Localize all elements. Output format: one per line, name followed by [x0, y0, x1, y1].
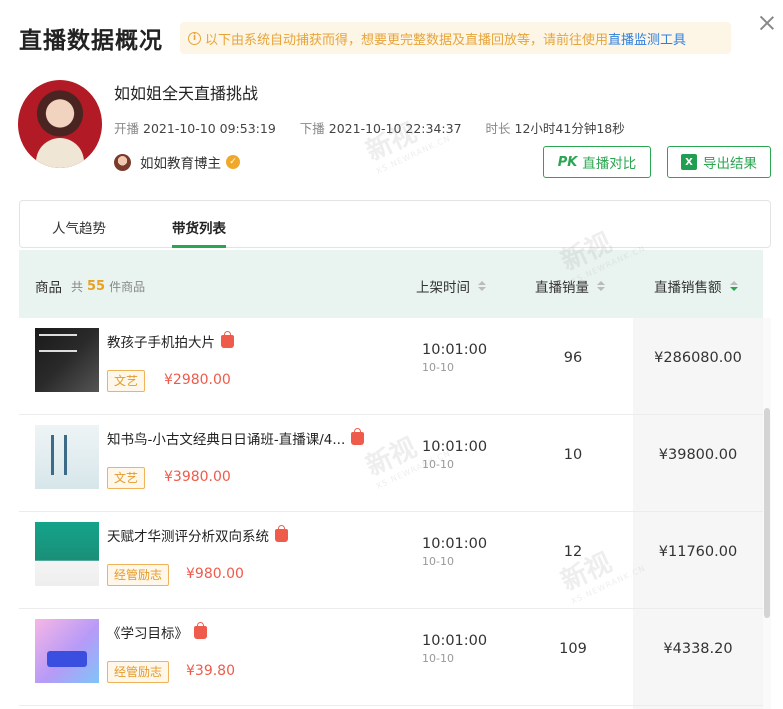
sort-icon[interactable] [478, 281, 486, 291]
column-live-sales-qty[interactable]: 直播销量 [535, 276, 605, 296]
host-name[interactable]: 如如教育博主 [140, 152, 221, 172]
listing-time-value: 10:01:00 [422, 342, 488, 358]
monitor-tool-link[interactable]: 直播监测工具 [608, 29, 686, 48]
listing-time-value: 10:01:00 [422, 536, 488, 552]
column-listing-time[interactable]: 上架时间 [416, 276, 486, 296]
goods-count-suffix: 件商品 [109, 279, 146, 294]
tab-goods-list[interactable]: 带货列表 [172, 217, 226, 248]
pk-icon: PK [557, 154, 578, 170]
shopping-bag-icon [194, 621, 207, 639]
duration-label: 时长 [485, 121, 511, 136]
host-row[interactable]: 如如教育博主 ✓ [114, 152, 240, 172]
table-row[interactable]: 知书鸟-小古文经典日日诵班-直播课/4... 文艺 ¥3980.00 10:01… [19, 415, 763, 512]
sales-qty: 10 [563, 447, 583, 463]
end-time: 2021-10-10 22:34:37 [328, 121, 462, 136]
product-price: ¥2980.00 [164, 372, 231, 388]
listing-time-value: 10:01:00 [422, 439, 488, 455]
goods-count: 55 [87, 278, 106, 294]
listing-time: 10:01:00 10-10 [422, 633, 487, 665]
goods-count-prefix: 共 [71, 279, 84, 294]
sort-icon[interactable] [597, 281, 605, 291]
table-header: 商品 共 55 件商品 上架时间 直播销量 直播销售额 [19, 250, 763, 318]
export-label: 导出结果 [703, 156, 757, 172]
sales-amount: ¥286080.00 [654, 350, 742, 366]
shopping-bag-icon [275, 524, 288, 542]
close-icon[interactable] [759, 15, 775, 31]
category-tag: 文艺 [107, 467, 146, 489]
stream-title: 如如姐全天直播挑战 [114, 84, 259, 103]
product-thumbnail[interactable] [35, 328, 99, 392]
compare-label: 直播对比 [582, 156, 637, 172]
sort-desc-icon[interactable] [729, 281, 738, 291]
start-time: 2021-10-10 09:53:19 [143, 121, 276, 136]
column-sales-label: 直播销售额 [654, 280, 722, 296]
product-name-text[interactable]: 《学习目标》 [107, 622, 188, 642]
product-price: ¥39.80 [186, 663, 235, 679]
goods-table: 商品 共 55 件商品 上架时间 直播销量 直播销售额 教孩子手机拍大片 文艺 … [19, 250, 771, 709]
product-name-text[interactable]: 教孩子手机拍大片 [107, 331, 215, 351]
listing-date-value: 10-10 [422, 458, 454, 471]
category-tag: 文艺 [107, 370, 146, 392]
export-button[interactable]: X 导出结果 [667, 146, 771, 178]
sales-qty: 96 [563, 350, 583, 366]
column-goods-label: 商品 [35, 280, 62, 296]
product-name-text[interactable]: 天赋才华测评分析双向系统 [107, 525, 269, 545]
dialog-header: 直播数据概况 i 以下由系统自动捕获而得，想要更完整数据及直播回放等，请前往使用… [0, 0, 783, 70]
table-row[interactable]: 教孩子手机拍大片 文艺 ¥2980.00 10:01:00 10-10 96 ¥… [19, 318, 763, 415]
streamer-avatar [18, 80, 102, 168]
column-goods: 商品 共 55 件商品 [35, 276, 146, 297]
listing-time: 10:01:00 10-10 [422, 342, 487, 374]
product-thumbnail[interactable] [35, 619, 99, 683]
tab-popularity-trend[interactable]: 人气趋势 [52, 217, 106, 237]
product-name[interactable]: 天赋才华测评分析双向系统 [107, 524, 288, 545]
column-live-sales-amount[interactable]: 直播销售额 [654, 276, 738, 296]
listing-time-value: 10:01:00 [422, 633, 488, 649]
listing-date-value: 10-10 [422, 361, 454, 374]
product-name[interactable]: 《学习目标》 [107, 621, 207, 642]
sales-qty: 109 [559, 641, 587, 657]
table-body: 教孩子手机拍大片 文艺 ¥2980.00 10:01:00 10-10 96 ¥… [19, 318, 763, 706]
product-price: ¥980.00 [186, 566, 244, 582]
watermark: 新视XS.NEWRANK.CN [359, 100, 452, 176]
page-title: 直播数据概况 [19, 28, 163, 54]
listing-date-value: 10-10 [422, 555, 454, 568]
product-name[interactable]: 教孩子手机拍大片 [107, 330, 234, 351]
host-avatar [114, 153, 131, 171]
notice-banner: i 以下由系统自动捕获而得，想要更完整数据及直播回放等，请前往使用 直播监测工具 [180, 22, 731, 54]
product-thumbnail[interactable] [35, 425, 99, 489]
category-tag: 经管励志 [107, 564, 170, 586]
watermark-sub: XS.NEWRANK.CN [374, 133, 453, 176]
table-row[interactable]: 《学习目标》 经管励志 ¥39.80 10:01:00 10-10 109 ¥4… [19, 609, 763, 706]
shopping-bag-icon [221, 330, 234, 348]
sales-amount: ¥39800.00 [658, 447, 738, 463]
product-name-text[interactable]: 知书鸟-小古文经典日日诵班-直播课/4... [107, 428, 345, 448]
start-label: 开播 [114, 121, 140, 136]
column-time-label: 上架时间 [416, 280, 470, 296]
scrollbar[interactable] [763, 318, 771, 709]
column-qty-label: 直播销量 [535, 280, 589, 296]
shopping-bag-icon [351, 427, 365, 445]
sales-qty: 12 [563, 544, 583, 560]
product-thumbnail[interactable] [35, 522, 99, 586]
info-circle-icon: i [188, 31, 201, 45]
table-row[interactable]: 天赋才华测评分析双向系统 经管励志 ¥980.00 10:01:00 10-10… [19, 512, 763, 609]
listing-time: 10:01:00 10-10 [422, 536, 487, 568]
verified-badge-icon: ✓ [226, 155, 240, 169]
listing-date-value: 10-10 [422, 652, 454, 665]
end-label: 下播 [299, 121, 325, 136]
product-price: ¥3980.00 [164, 469, 231, 485]
sales-amount: ¥11760.00 [658, 544, 738, 560]
category-tag: 经管励志 [107, 661, 170, 683]
duration-value: 12小时41分钟18秒 [514, 121, 625, 136]
product-name[interactable]: 知书鸟-小古文经典日日诵班-直播课/4... [107, 427, 365, 448]
listing-time: 10:01:00 10-10 [422, 439, 487, 471]
stream-time-row: 开播 2021-10-10 09:53:19 下播 2021-10-10 22:34… [114, 118, 625, 137]
sales-amount: ¥4338.20 [663, 641, 733, 657]
notice-text: 以下由系统自动捕获而得，想要更完整数据及直播回放等，请前往使用 [205, 32, 609, 48]
excel-icon: X [681, 154, 697, 170]
tab-bar: 人气趋势 带货列表 [19, 200, 771, 248]
scrollbar-thumb[interactable] [764, 408, 770, 618]
compare-button[interactable]: PK 直播对比 [543, 146, 651, 178]
